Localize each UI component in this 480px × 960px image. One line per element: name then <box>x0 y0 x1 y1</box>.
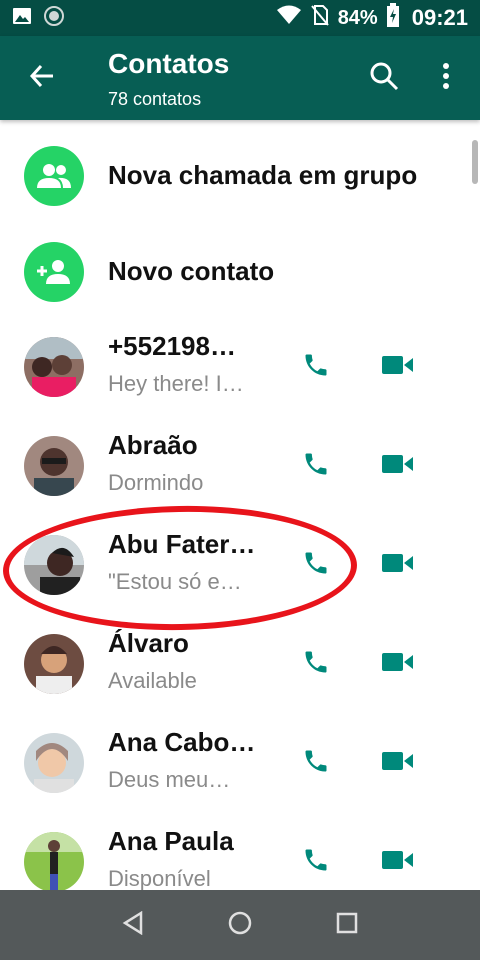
sync-icon <box>44 5 64 31</box>
phone-icon <box>302 648 330 681</box>
new-group-call-item[interactable]: Nova chamada em grupo <box>0 128 480 223</box>
contact-row[interactable]: Abraão Dormindo <box>0 416 480 515</box>
video-camera-icon <box>382 651 414 678</box>
battery-charging-icon <box>386 3 400 33</box>
recents-square-icon <box>336 912 358 939</box>
search-icon <box>369 61 399 96</box>
phone-icon <box>302 747 330 780</box>
contact-row[interactable]: Ana Cabo… Deus meu… <box>0 713 480 812</box>
video-call-button[interactable] <box>378 743 418 783</box>
contact-status: Available <box>108 668 197 693</box>
app-bar: Contatos 78 contatos <box>0 36 480 120</box>
contact-row[interactable]: Ana Paula Disponível <box>0 812 480 890</box>
avatar <box>24 436 84 496</box>
more-options-button[interactable] <box>428 58 464 98</box>
home-circle-icon <box>227 910 253 941</box>
video-camera-icon <box>382 552 414 579</box>
new-contact-label: Novo contato <box>108 256 275 286</box>
phone-icon <box>302 846 330 879</box>
avatar <box>24 337 84 397</box>
contact-row[interactable]: +552198… Hey there! I… <box>0 317 480 416</box>
more-vert-icon <box>442 62 450 94</box>
contact-name: Abu Fater… <box>108 529 256 559</box>
back-triangle-icon <box>122 910 144 940</box>
contact-name: Álvaro <box>108 628 189 658</box>
avatar <box>24 634 84 694</box>
phone-icon <box>302 549 330 582</box>
contact-count: 78 contatos <box>108 89 202 109</box>
contact-status: Disponível <box>108 866 211 890</box>
back-button[interactable] <box>22 58 62 98</box>
voice-call-button[interactable] <box>296 644 336 684</box>
nav-home-button[interactable] <box>216 901 264 949</box>
contact-name: Ana Cabo… <box>108 727 256 757</box>
contacts-list[interactable]: Nova chamada em grupo Novo contato +5521… <box>0 120 480 890</box>
avatar <box>24 733 84 793</box>
contact-name: +552198… <box>108 331 236 361</box>
nav-recents-button[interactable] <box>323 901 371 949</box>
scrollbar[interactable] <box>472 140 478 184</box>
contact-status: "Estou só e… <box>108 569 242 594</box>
voice-call-button[interactable] <box>296 842 336 882</box>
video-camera-icon <box>382 453 414 480</box>
video-call-button[interactable] <box>378 347 418 387</box>
contact-row[interactable]: Abu Fater… "Estou só e… <box>0 515 480 614</box>
voice-call-button[interactable] <box>296 743 336 783</box>
contact-row[interactable]: Álvaro Available <box>0 614 480 713</box>
video-call-button[interactable] <box>378 644 418 684</box>
voice-call-button[interactable] <box>296 347 336 387</box>
video-call-button[interactable] <box>378 842 418 882</box>
battery-percent: 84% <box>337 6 378 29</box>
contact-name: Ana Paula <box>108 826 234 856</box>
contact-status: Deus meu… <box>108 767 231 792</box>
avatar <box>24 535 84 595</box>
video-camera-icon <box>382 354 414 381</box>
status-bar: 84% 09:21 <box>0 0 480 36</box>
back-arrow-icon <box>29 63 55 94</box>
new-contact-item[interactable]: Novo contato <box>0 224 480 319</box>
nav-back-button[interactable] <box>109 901 157 949</box>
new-group-call-label: Nova chamada em grupo <box>108 160 418 190</box>
search-button[interactable] <box>364 58 404 98</box>
voice-call-button[interactable] <box>296 545 336 585</box>
clock: 09:21 <box>411 5 468 30</box>
wifi-icon <box>276 5 302 31</box>
image-icon <box>12 7 32 30</box>
phone-icon <box>302 351 330 384</box>
no-sim-icon <box>310 4 330 32</box>
video-call-button[interactable] <box>378 545 418 585</box>
page-title: Contatos <box>108 48 230 79</box>
avatar <box>24 832 84 890</box>
navigation-bar <box>0 890 480 960</box>
add-person-icon <box>24 241 84 302</box>
contact-name: Abraão <box>108 430 198 460</box>
video-camera-icon <box>382 750 414 777</box>
video-call-button[interactable] <box>378 446 418 486</box>
video-camera-icon <box>382 849 414 876</box>
contact-status: Hey there! I… <box>108 371 244 396</box>
group-icon <box>24 145 84 206</box>
contact-status: Dormindo <box>108 470 204 495</box>
phone-icon <box>302 450 330 483</box>
voice-call-button[interactable] <box>296 446 336 486</box>
